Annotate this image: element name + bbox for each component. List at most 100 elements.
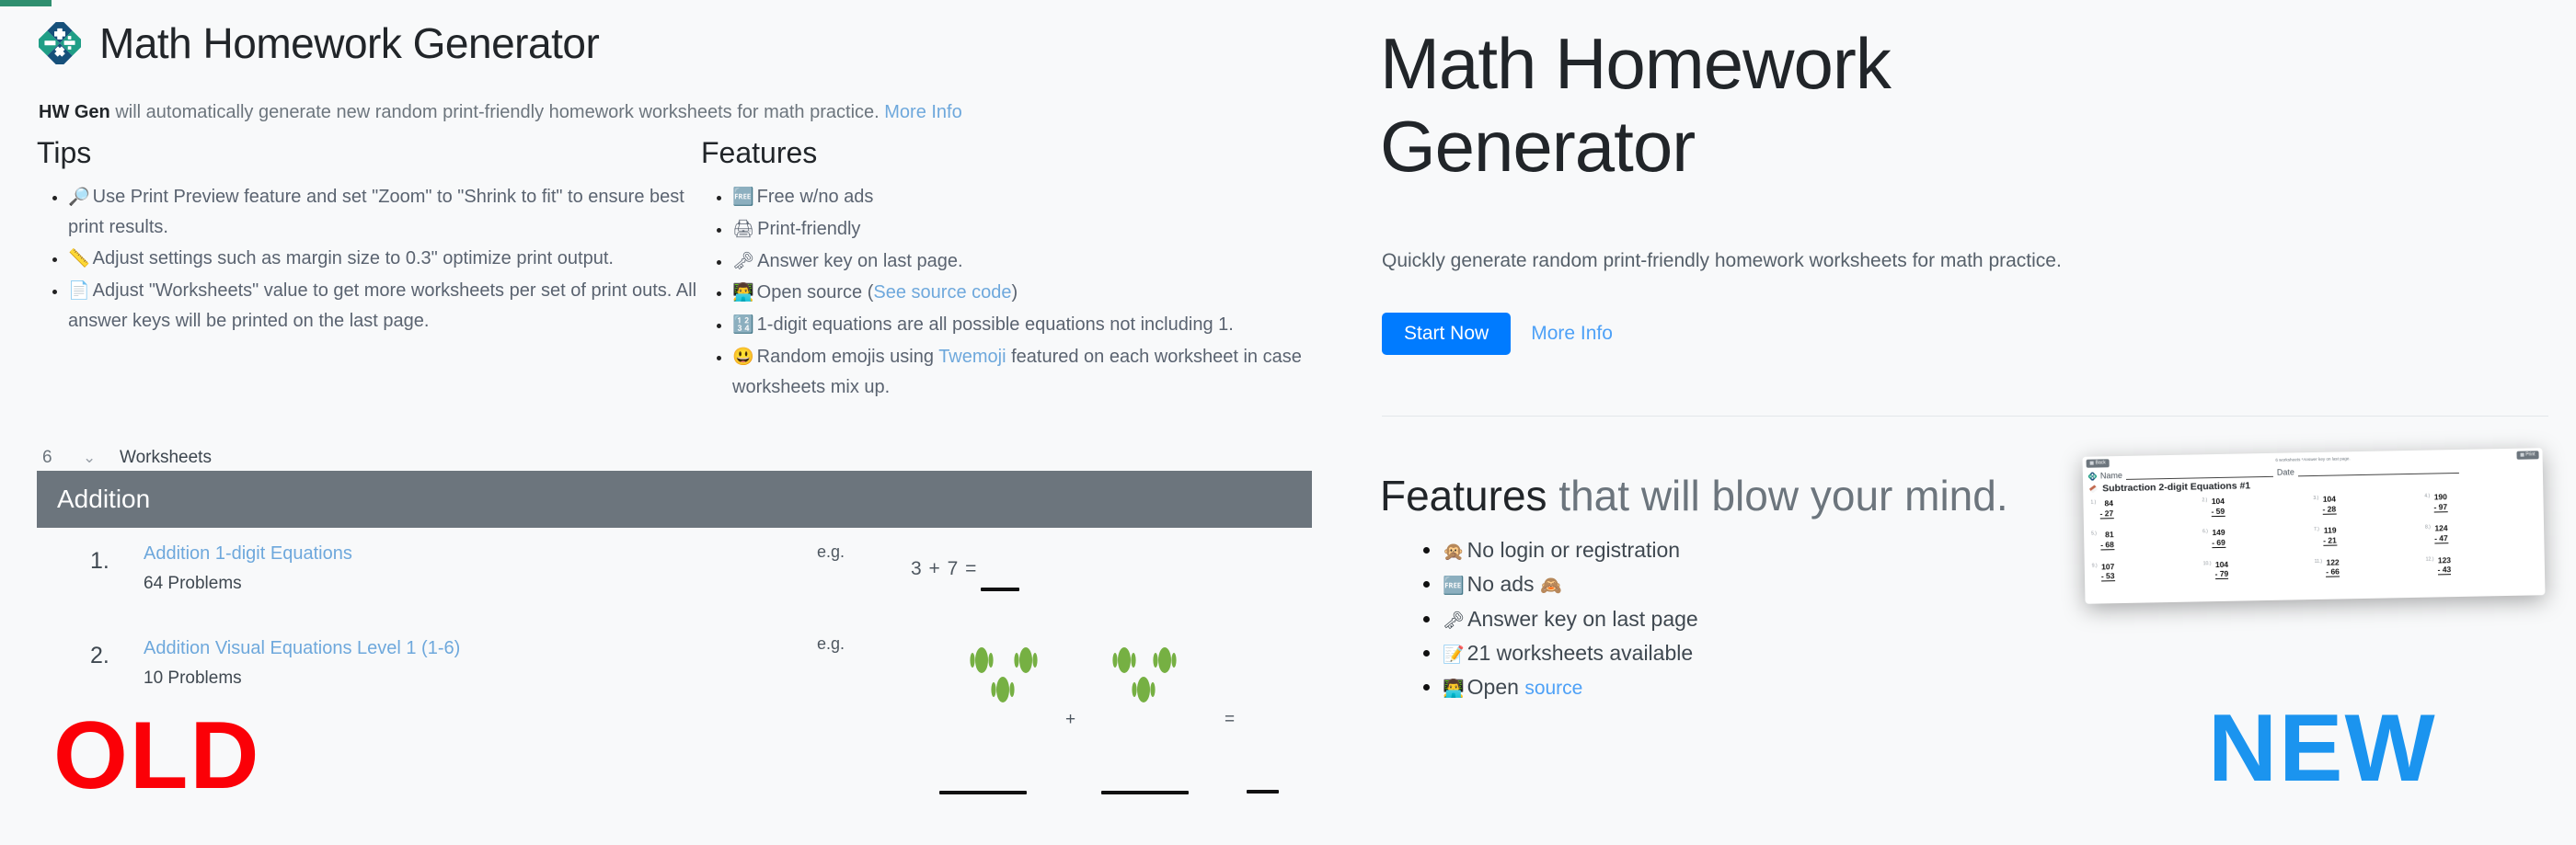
list-item: 🙊No login or registration bbox=[1443, 533, 2074, 567]
tips-list: 🔎Use Print Preview feature and set "Zoom… bbox=[37, 182, 718, 336]
worksheet-preview-thumbnail[interactable]: Back 6 worksheets *Answer key on last pa… bbox=[2082, 448, 2546, 604]
math-operations-diamond-logo-icon bbox=[2087, 472, 2098, 481]
list-item: 🔢1-digit equations are all possible equa… bbox=[732, 310, 1363, 340]
features-heading-bold: Features bbox=[1380, 472, 1547, 520]
problem-number: 11.) bbox=[2314, 558, 2323, 565]
problem-item: 6.) 149- 69 bbox=[2202, 526, 2314, 549]
twemoji-link[interactable]: Twemoji bbox=[938, 347, 1006, 367]
feature-tail: ) bbox=[1011, 282, 1018, 303]
source-link[interactable]: source bbox=[1524, 678, 1582, 699]
problem-item: 1.) 84- 27 bbox=[2090, 497, 2202, 520]
worksheets-selector-label: Worksheets bbox=[120, 448, 212, 467]
printer-icon: 🖨 bbox=[732, 219, 755, 239]
worksheets-selector[interactable]: 6 ⌄ Worksheets bbox=[42, 448, 212, 468]
old-stamp-label: OLD bbox=[53, 702, 261, 809]
answer-blank bbox=[1247, 790, 1279, 794]
print-button[interactable]: Print bbox=[2516, 450, 2539, 460]
problem-number: 8.) bbox=[2425, 524, 2431, 531]
divider bbox=[1382, 416, 2548, 417]
more-info-link[interactable]: More Info bbox=[1531, 323, 1613, 345]
section-header-addition: Addition bbox=[37, 471, 1312, 528]
problem-count: 64 Problems bbox=[144, 574, 242, 593]
problem-number: 10.) bbox=[2202, 560, 2212, 566]
features-heading: Features bbox=[701, 136, 818, 169]
list-item: 🆓Free w/no ads bbox=[732, 182, 1363, 212]
feature-text: Random emojis using bbox=[756, 346, 939, 367]
problem-item: 2.) 104- 59 bbox=[2202, 495, 2313, 517]
start-now-button[interactable]: Start Now bbox=[1382, 313, 1512, 356]
problem-top: 104 bbox=[2322, 494, 2337, 504]
more-info-link[interactable]: More Info bbox=[884, 102, 961, 122]
back-button[interactable]: Back bbox=[2086, 458, 2110, 468]
feature-text: No login or registration bbox=[1466, 538, 1681, 562]
problem-item: 4.) 190- 97 bbox=[2424, 490, 2536, 513]
list-item: 😃Random emojis using Twemoji featured on… bbox=[732, 342, 1363, 402]
list-item: 1. Addition 1-digit Equations 64 Problem… bbox=[37, 531, 1334, 626]
visual-equation-peas-group-a bbox=[970, 647, 1038, 702]
printer-icon bbox=[2520, 452, 2524, 457]
new-features-list: 🙊No login or registration 🆓No ads 🙈 🗝Ans… bbox=[1411, 533, 2074, 704]
technologist-icon: 👨‍💻 bbox=[732, 283, 754, 303]
list-item: 🖨Print-friendly bbox=[732, 214, 1363, 245]
problem-top: 84 bbox=[2104, 498, 2114, 508]
problem-number: 3.) bbox=[2313, 495, 2319, 502]
ruler-icon: 📏 bbox=[68, 249, 90, 269]
problem-number: 1.) bbox=[2090, 499, 2097, 506]
example-equation: 3 + 7 = bbox=[911, 558, 978, 579]
chocolate-bar-icon bbox=[2089, 485, 2098, 493]
hero-subtitle: Quickly generate random print-friendly h… bbox=[1382, 250, 2062, 271]
features-list: 🆓Free w/no ads 🖨Print-friendly 🗝Answer k… bbox=[701, 182, 1363, 402]
cta-row: Start Now More Info bbox=[1382, 313, 1613, 356]
problem-item: 12.) 123- 43 bbox=[2426, 554, 2537, 576]
list-item: 🗝Answer key on last page. bbox=[732, 246, 1363, 277]
problem-item: 5.) 81- 68 bbox=[2091, 529, 2202, 551]
problem-bottom: - 79 bbox=[2214, 568, 2229, 580]
feature-text: 1-digit equations are all possible equat… bbox=[756, 314, 1234, 336]
list-item: 📏Adjust settings such as margin size to … bbox=[68, 244, 718, 274]
free-icon: 🆓 bbox=[1443, 577, 1465, 597]
tips-heading: Tips bbox=[37, 136, 92, 169]
feature-text: Answer key on last page. bbox=[757, 250, 963, 271]
problems-grid: 1.) 84- 27 2.) 104- 59 3.) 104- 28 4.) 190- … bbox=[2083, 486, 2545, 582]
list-item: 📝21 worksheets available bbox=[1443, 636, 2074, 670]
lead-text: will automatically generate new random p… bbox=[109, 102, 885, 122]
list-item: 👨‍💻Open source (See source code) bbox=[732, 278, 1363, 308]
problem-bottom: - 47 bbox=[2434, 533, 2448, 544]
answer-blank bbox=[1101, 791, 1189, 794]
problem-top: 81 bbox=[2105, 530, 2114, 540]
problem-top: 119 bbox=[2323, 525, 2337, 536]
free-icon: 🆓 bbox=[732, 188, 754, 207]
problem-bottom: - 21 bbox=[2323, 535, 2337, 546]
magnifying-glass-icon: 🔎 bbox=[68, 188, 90, 207]
page-icon: 📄 bbox=[68, 280, 90, 301]
features-heading: Features that will blow your mind. bbox=[1380, 474, 2008, 517]
problem-count: 10 Problems bbox=[144, 668, 242, 688]
worksheet-link[interactable]: Addition Visual Equations Level 1 (1-6) bbox=[144, 638, 460, 659]
problem-bottom: - 66 bbox=[2326, 566, 2340, 577]
worksheet-link[interactable]: Addition 1-digit Equations bbox=[144, 543, 352, 565]
problem-top: 190 bbox=[2433, 492, 2448, 502]
tips-column: Tips 🔎Use Print Preview feature and set … bbox=[37, 138, 718, 337]
hero-title: Math Homework Generator bbox=[1380, 23, 1892, 188]
problem-number: 2.) bbox=[2202, 497, 2208, 504]
problem-item: 3.) 104- 28 bbox=[2313, 493, 2424, 515]
problem-number: 7.) bbox=[2314, 527, 2319, 533]
list-item: 🔎Use Print Preview feature and set "Zoom… bbox=[68, 182, 718, 242]
tip-text: Adjust settings such as margin size to 0… bbox=[92, 248, 614, 269]
problem-top: 122 bbox=[2326, 556, 2340, 567]
chevron-down-icon[interactable]: ⌄ bbox=[83, 449, 120, 467]
answer-blank bbox=[981, 588, 1019, 591]
problem-bottom: - 53 bbox=[2100, 571, 2115, 582]
feature-text: 21 worksheets available bbox=[1466, 640, 1694, 665]
example-plus-symbol: + bbox=[1065, 710, 1076, 729]
feature-text: Open source ( bbox=[756, 282, 874, 303]
problem-number: 6.) bbox=[2202, 529, 2209, 535]
technologist-icon: 👨‍💻 bbox=[1443, 679, 1465, 699]
worksheet-note: 6 worksheets *Answer key on last page. bbox=[2275, 455, 2351, 462]
see-source-code-link[interactable]: See source code bbox=[873, 282, 1011, 303]
print-button-label: Print bbox=[2525, 451, 2536, 458]
worksheets-count-value[interactable]: 6 bbox=[42, 448, 83, 468]
problem-bottom: - 28 bbox=[2322, 504, 2337, 515]
tip-text: Use Print Preview feature and set "Zoom"… bbox=[68, 187, 684, 237]
key-icon: 🗝 bbox=[1443, 611, 1466, 631]
